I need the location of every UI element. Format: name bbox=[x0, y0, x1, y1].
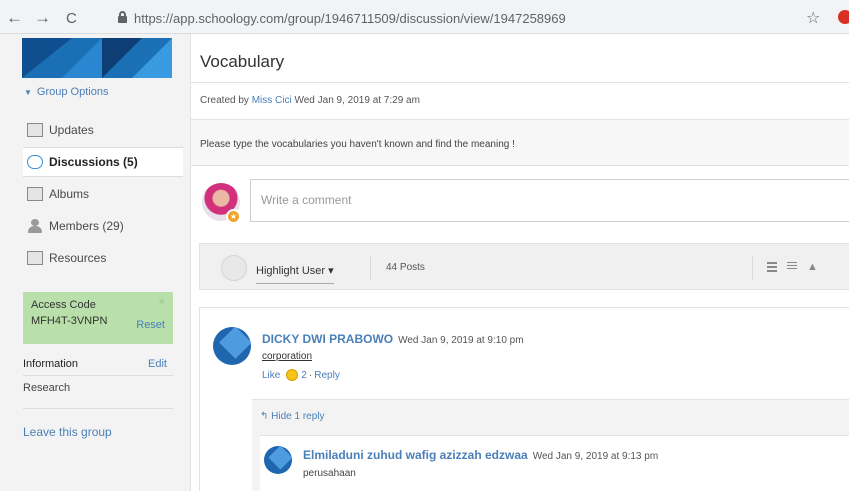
divider bbox=[23, 375, 173, 376]
divider bbox=[370, 256, 371, 280]
discussion-toolbar: Highlight User ▾ 44 Posts ▲ bbox=[199, 243, 849, 290]
reload-button[interactable]: C bbox=[66, 10, 77, 27]
access-code-title: Access Code bbox=[31, 299, 96, 311]
close-icon[interactable]: × bbox=[159, 296, 165, 308]
address-bar[interactable]: https://app.schoology.com/group/19467115… bbox=[110, 8, 830, 28]
discussion-icon bbox=[27, 155, 43, 169]
avatar bbox=[213, 327, 251, 365]
divider bbox=[23, 408, 173, 409]
post-author[interactable]: DICKY DWI PRABOWO Wed Jan 9, 2019 at 9:10… bbox=[262, 332, 524, 346]
back-button[interactable]: ← bbox=[6, 9, 23, 26]
post-count: 44 Posts bbox=[386, 262, 425, 273]
like-link[interactable]: Like bbox=[262, 370, 280, 381]
discussion-description: Please type the vocabularies you haven't… bbox=[200, 139, 515, 150]
group-options-toggle[interactable]: ▼ Group Options bbox=[24, 86, 108, 98]
edit-information-link[interactable]: Edit bbox=[148, 358, 167, 370]
expand-view-icon[interactable] bbox=[787, 262, 797, 272]
hide-replies-link[interactable]: ↰ Hide 1 reply bbox=[260, 411, 325, 422]
highlight-user-dropdown[interactable]: Highlight User ▾ bbox=[256, 264, 334, 284]
avatar bbox=[264, 446, 292, 474]
post-actions: Like 2 · Reply bbox=[262, 369, 340, 381]
forward-button[interactable]: → bbox=[34, 9, 51, 26]
url-text: https://app.schoology.com/group/19467115… bbox=[134, 11, 566, 26]
page-title: Vocabulary bbox=[200, 52, 285, 71]
divider bbox=[191, 119, 849, 120]
divider bbox=[191, 165, 849, 166]
divider bbox=[191, 82, 849, 83]
group-logo bbox=[22, 38, 172, 78]
star-badge-icon: ★ bbox=[226, 209, 241, 224]
smiley-icon bbox=[286, 369, 299, 381]
replies-section: ↰ Hide 1 reply Elmiladuni zuhud wafig az… bbox=[252, 399, 849, 491]
albums-icon bbox=[27, 187, 43, 201]
sidebar-item-members[interactable]: Members (29) bbox=[23, 211, 183, 241]
discussion-main: Vocabulary Created by Miss Cici Wed Jan … bbox=[190, 34, 849, 491]
reply-link[interactable]: Reply bbox=[314, 370, 340, 381]
discussion-post: DICKY DWI PRABOWO Wed Jan 9, 2019 at 9:10… bbox=[199, 307, 849, 491]
collapse-view-icon[interactable] bbox=[767, 262, 777, 272]
author-link[interactable]: Miss Cici bbox=[252, 95, 292, 106]
like-count[interactable]: 2 bbox=[301, 370, 307, 381]
updates-icon bbox=[27, 123, 43, 137]
access-code-panel: Access Code MFH4T-3VNPN Reset × bbox=[23, 292, 173, 344]
reset-code-link[interactable]: Reset bbox=[136, 319, 165, 331]
post-date: Wed Jan 9, 2019 at 9:10 pm bbox=[398, 335, 524, 346]
created-by-line: Created by Miss Cici Wed Jan 9, 2019 at … bbox=[200, 95, 420, 106]
post-text: corporation bbox=[262, 351, 313, 362]
reply-item: Elmiladuni zuhud wafig azizzah edzwaa Wed… bbox=[260, 435, 849, 491]
profile-avatar[interactable] bbox=[838, 10, 849, 24]
sidebar-item-albums[interactable]: Albums bbox=[23, 179, 183, 209]
sidebar-item-updates[interactable]: Updates bbox=[23, 115, 183, 145]
resources-icon bbox=[27, 251, 43, 265]
leave-group-link[interactable]: Leave this group bbox=[23, 425, 112, 439]
lock-icon bbox=[118, 11, 127, 23]
information-value: Research bbox=[23, 382, 71, 394]
reply-text: perusahaan bbox=[303, 468, 356, 479]
reply-author[interactable]: Elmiladuni zuhud wafig azizzah edzwaa Wed… bbox=[303, 448, 658, 462]
divider bbox=[752, 256, 753, 280]
reply-arrow-icon: ↰ bbox=[260, 411, 269, 422]
sidebar-item-discussions[interactable]: Discussions (5) bbox=[23, 147, 183, 177]
caret-down-icon: ▼ bbox=[24, 88, 32, 97]
sort-icon[interactable]: ▲ bbox=[807, 262, 818, 273]
comment-input[interactable]: Write a comment bbox=[250, 179, 849, 222]
members-icon bbox=[27, 219, 43, 233]
bookmark-star-icon[interactable]: ☆ bbox=[806, 8, 820, 28]
highlight-user-avatar bbox=[221, 255, 247, 281]
reply-date: Wed Jan 9, 2019 at 9:13 pm bbox=[532, 451, 659, 462]
group-sidebar: ▼ Group Options Updates Discussions (5) A… bbox=[0, 34, 183, 491]
information-header: Information Edit bbox=[23, 358, 167, 370]
sidebar-item-resources[interactable]: Resources bbox=[23, 243, 183, 273]
current-user-avatar: ★ bbox=[202, 183, 241, 224]
browser-toolbar: ← → C https://app.schoology.com/group/19… bbox=[0, 0, 849, 34]
